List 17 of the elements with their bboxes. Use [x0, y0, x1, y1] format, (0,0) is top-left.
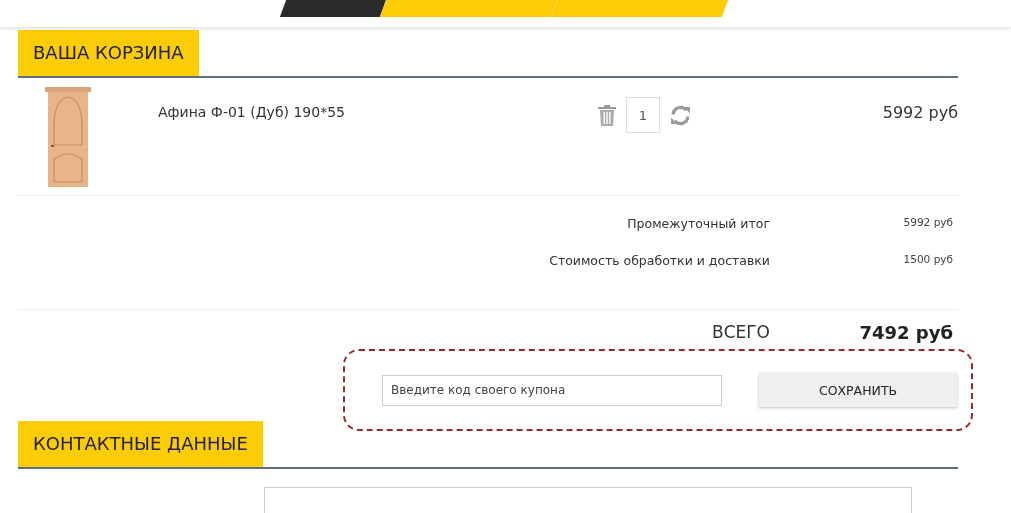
input-field[interactable]: [264, 487, 912, 513]
section-title: КОНТАКТНЫЕ ДАННЫЕ: [18, 421, 263, 467]
refresh-icon[interactable]: [670, 104, 691, 126]
summary-value: 1500 руб: [902, 253, 954, 267]
summary-value: 5992 руб: [902, 216, 954, 230]
summary-label: Стоимость обработки и доставки: [549, 253, 770, 270]
nav-tab[interactable]: [279, 0, 387, 17]
quantity-field[interactable]: 1: [626, 97, 660, 133]
coupon-field[interactable]: Введите код своего купона: [382, 374, 722, 406]
total-value: 7492 руб: [858, 321, 954, 343]
item-price: 5992 руб: [881, 103, 958, 122]
summary-label: Промежуточный итог: [627, 216, 770, 233]
section-title: ВАША КОРЗИНА: [18, 30, 199, 76]
trash-icon[interactable]: [598, 104, 616, 126]
save-button[interactable]: СОХРАНИТЬ: [759, 373, 957, 407]
total-label: ВСЕГО: [711, 322, 770, 342]
product-name[interactable]: Афина Ф-01 (Дуб) 190*55: [158, 104, 598, 120]
